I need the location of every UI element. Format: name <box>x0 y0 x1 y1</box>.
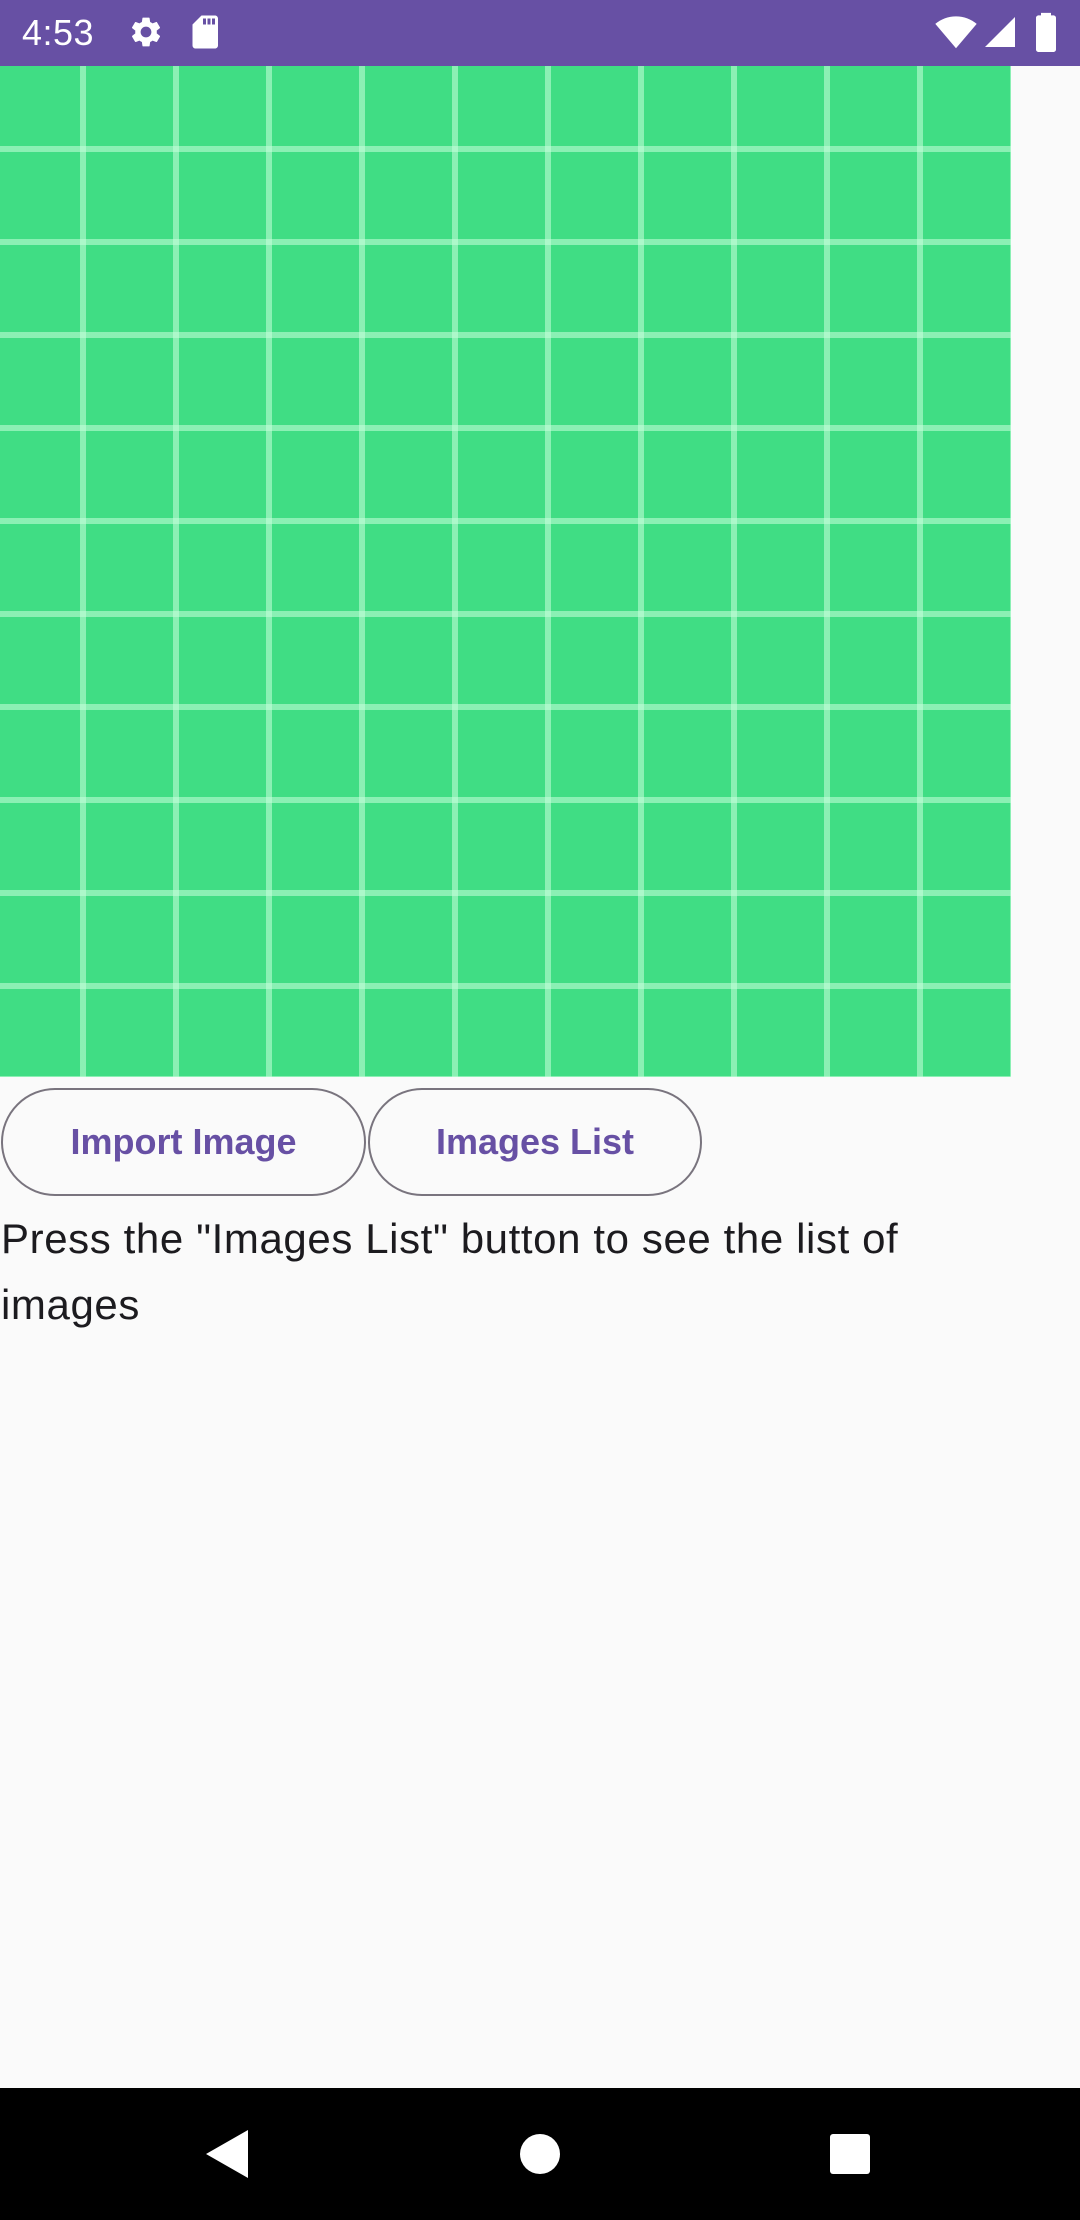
cell-signal-icon <box>985 17 1015 47</box>
image-preview <box>0 66 1011 1077</box>
back-icon[interactable] <box>200 2124 260 2184</box>
battery-icon <box>1036 12 1056 52</box>
images-list-button[interactable]: Images List <box>368 1088 702 1196</box>
home-icon[interactable] <box>510 2124 570 2184</box>
gear-icon <box>132 17 161 47</box>
recents-icon[interactable] <box>820 2124 880 2184</box>
status-bar: 4:53 <box>0 0 1080 66</box>
hint-text: Press the "Images List" button to see th… <box>1 1215 899 1328</box>
navigation-bar <box>0 2088 1080 2220</box>
import-image-button[interactable]: Import Image <box>1 1088 366 1196</box>
status-time: 4:53 <box>22 12 95 53</box>
sd-card-icon <box>192 15 218 49</box>
wifi-icon <box>935 16 977 49</box>
